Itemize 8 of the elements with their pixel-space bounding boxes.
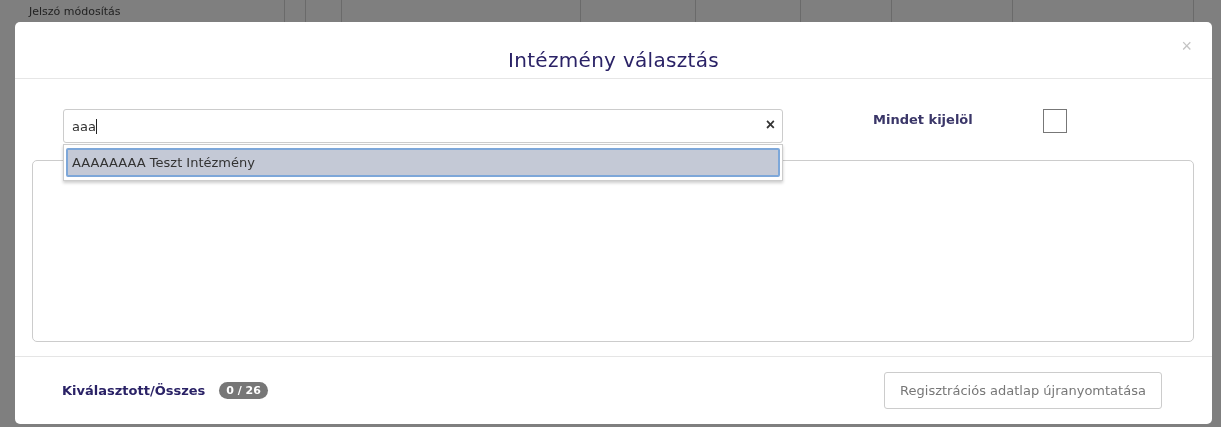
suggestion-item[interactable]: AAAAAAAA Teszt Intézmény: [66, 148, 780, 177]
dialog-title: Intézmény választás: [508, 47, 719, 72]
menu-item[interactable]: Jelszó módosítás: [29, 5, 121, 19]
select-all-label: Mindet kijelöl: [873, 112, 973, 127]
clear-button[interactable]: ×: [765, 116, 775, 134]
select-all-checkbox[interactable]: [1042, 109, 1067, 133]
selected-total-label: Kiválasztott/Összes: [62, 383, 206, 398]
count-badge: 0 / 26: [219, 382, 268, 399]
